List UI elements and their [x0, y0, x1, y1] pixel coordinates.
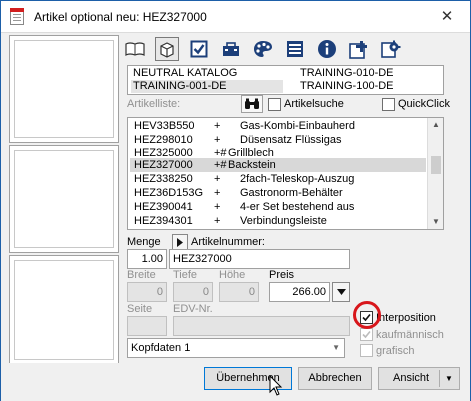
checkbox-icon[interactable]: [187, 37, 211, 61]
article-list[interactable]: HEV33B550 + Gas-Kombi-Einbauherd HEZ298010…: [127, 117, 444, 230]
width-label: Breite: [127, 269, 156, 281]
list-scrollbar[interactable]: ▲ ▼: [427, 118, 443, 229]
catalog-left-bottom[interactable]: TRAINING-001-DE: [131, 80, 283, 93]
commercial-checkbox: [360, 328, 373, 341]
article-search-checkbox[interactable]: [268, 98, 281, 111]
catalog-left-top: NEUTRAL KATALOG: [133, 67, 238, 79]
graphic-checkbox: [360, 344, 373, 357]
height-field: 0: [219, 282, 259, 302]
palette-icon[interactable]: [251, 37, 275, 61]
highlight-ring: [353, 301, 381, 329]
chevron-down-icon[interactable]: ▼: [445, 368, 453, 389]
app-icon: [10, 8, 24, 25]
list-item[interactable]: HEZ390041 +4-er Set bestehend aus: [130, 200, 426, 214]
depth-field: 0: [173, 282, 213, 302]
close-icon[interactable]: ✕: [439, 9, 455, 25]
depth-label: Tiefe: [173, 269, 198, 281]
list-item-selected[interactable]: HEZ327000 +# Backstein: [130, 158, 426, 172]
list-item[interactable]: HEZ36D153G + Gastronorm-Behälter: [130, 186, 426, 200]
add-icon[interactable]: [347, 37, 371, 61]
list-item[interactable]: HEV33B550 + Gas-Kombi-Einbauherd: [130, 119, 426, 133]
edv-label: EDV-Nr.: [173, 303, 213, 315]
quantity-field[interactable]: 1.00: [127, 249, 167, 269]
article-number-label: Artikelnummer:: [191, 236, 265, 248]
dialog-window: Artikel optional neu: HEZ327000 ✕ NEUTRA…: [0, 0, 471, 401]
cancel-button[interactable]: Abbrechen: [298, 367, 372, 390]
quickclick-label: QuickClick: [398, 98, 450, 110]
catalog-right-bottom: TRAINING-100-DE: [300, 80, 394, 92]
binoculars-icon[interactable]: [241, 95, 263, 113]
price-dropdown-icon[interactable]: [332, 282, 350, 302]
price-label: Preis: [269, 269, 295, 281]
scroll-down-icon[interactable]: ▼: [428, 215, 443, 229]
settings-icon[interactable]: [379, 37, 403, 61]
list-item[interactable]: HEZ394301 + Verbindungsleiste: [130, 214, 426, 228]
view-button-label: Ansicht: [393, 372, 430, 384]
preview-column: [9, 35, 119, 365]
scroll-up-icon[interactable]: ▲: [428, 118, 443, 132]
article-search-label: Artikelsuche: [284, 98, 344, 110]
height-label: Höhe: [219, 269, 246, 281]
chevron-down-icon: ▼: [332, 343, 340, 352]
preview-pane-3[interactable]: [9, 255, 119, 365]
toolbox-icon[interactable]: [219, 37, 243, 61]
preview-pane-1[interactable]: [9, 35, 119, 143]
graphic-label: grafisch: [376, 345, 415, 357]
cancel-button-label: Abbrechen: [308, 372, 362, 384]
list-item[interactable]: HEZ298010 + Düsensatz Flüssigas: [130, 133, 426, 147]
preview-pane-2[interactable]: [9, 145, 119, 253]
cube-icon[interactable]: [155, 37, 179, 61]
catalog-right-top: TRAINING-010-DE: [300, 67, 394, 79]
button-bar: Übernehmen Abbrechen Ansicht ▼: [1, 363, 470, 401]
commercial-label: kaufmännisch: [376, 329, 444, 341]
view-button[interactable]: Ansicht ▼: [378, 367, 460, 390]
side-label: Seite: [127, 303, 153, 315]
price-field[interactable]: 266.00: [269, 282, 330, 302]
article-list-label: Artikelliste:: [127, 98, 181, 110]
window-title: Artikel optional neu: HEZ327000: [34, 10, 207, 24]
header-data-select[interactable]: Kopfdaten 1 ▼: [127, 338, 345, 358]
mouse-cursor-icon: [269, 375, 283, 396]
edv-field: [173, 316, 350, 336]
list-icon[interactable]: [283, 37, 307, 61]
quantity-label: Menge: [127, 236, 161, 248]
play-icon[interactable]: [172, 234, 188, 250]
catalog-box[interactable]: NEUTRAL KATALOG TRAINING-001-DE TRAINING…: [127, 65, 444, 95]
book-icon[interactable]: [123, 37, 147, 61]
width-field: 0: [127, 282, 167, 302]
side-field: [127, 316, 167, 336]
header-data-select-value: Kopfdaten 1: [131, 342, 191, 354]
interposition-label: Interposition: [376, 312, 436, 324]
title-bar[interactable]: Artikel optional neu: HEZ327000 ✕: [1, 1, 470, 33]
toolbar: [121, 35, 461, 63]
quickclick-checkbox[interactable]: [382, 98, 395, 111]
list-item[interactable]: HEZ338250 +2fach-Teleskop-Auszug: [130, 172, 426, 186]
info-icon[interactable]: [315, 37, 339, 61]
scroll-thumb[interactable]: [431, 156, 441, 174]
article-number-field[interactable]: HEZ327000: [169, 249, 350, 269]
